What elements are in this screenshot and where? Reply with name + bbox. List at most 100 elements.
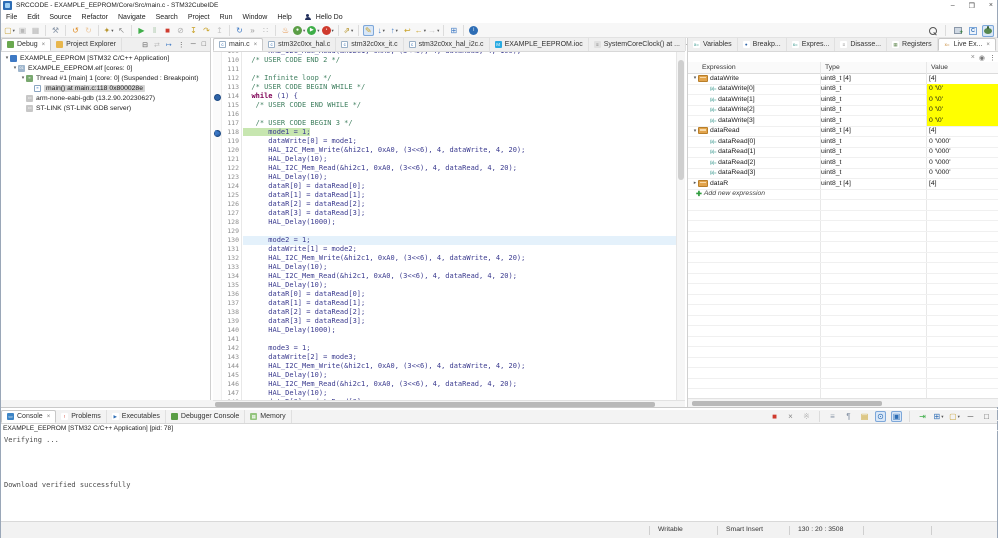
- code-line-130[interactable]: mode2 = 1;: [243, 236, 677, 245]
- breakpoint-icon[interactable]: [214, 94, 221, 101]
- code-line-139[interactable]: dataR[3] = dataRead[3];: [243, 317, 677, 326]
- code-line-126[interactable]: dataR[2] = dataRead[2];: [243, 200, 677, 209]
- drop-to-frame-icon[interactable]: ♨: [280, 25, 291, 36]
- code-line-144[interactable]: HAL_I2C_Mem_Write(&hi2c1, 0xA0, (3<<6), …: [243, 362, 677, 371]
- save-all-icon[interactable]: ▦: [30, 25, 41, 36]
- menu-run[interactable]: Run: [215, 14, 238, 21]
- display-selected-console-icon[interactable]: ▣: [891, 411, 902, 422]
- menu-source[interactable]: Source: [44, 14, 76, 21]
- view-menu-icon[interactable]: ⋮: [178, 41, 185, 49]
- tab-registers[interactable]: ▦Registers: [887, 38, 938, 51]
- code-line-134[interactable]: HAL_I2C_Mem_Read(&hi2c1, 0xA0, (3<<6), 4…: [243, 272, 677, 281]
- remove-launch-icon[interactable]: ×: [785, 411, 796, 422]
- code-line-135[interactable]: HAL_Delay(10);: [243, 281, 677, 290]
- restart-icon[interactable]: ↻: [234, 25, 245, 36]
- code-line-118[interactable]: mode1 = 1;: [243, 128, 677, 137]
- close-icon[interactable]: ×: [47, 414, 51, 420]
- restore-state-icon[interactable]: ↻: [83, 25, 94, 36]
- debug-tree-item[interactable]: ▭arm-none-eabi-gdb (13.2.90.20230627): [1, 93, 210, 103]
- cpp-perspective-icon[interactable]: C: [967, 25, 979, 37]
- tab-project-explorer[interactable]: Project Explorer: [51, 38, 122, 51]
- tab-systemcoreclock-at[interactable]: ≡SystemCoreClock() at ...: [589, 38, 686, 51]
- code-line-111[interactable]: [243, 65, 677, 74]
- code-line-132[interactable]: HAL_I2C_Mem_Write(&hi2c1, 0xA0, (3<<6), …: [243, 254, 677, 263]
- launch-tool-icon[interactable]: ✦▾: [103, 25, 114, 36]
- tab-stm32c0xx-it-c[interactable]: cstm32c0xx_it.c: [336, 38, 403, 51]
- code-line-124[interactable]: dataR[0] = dataRead[0];: [243, 182, 677, 191]
- code-line-140[interactable]: HAL_Delay(1000);: [243, 326, 677, 335]
- code-text[interactable]: HAL_I2C_Mem_Read(&hi2c1, 0xA0, (3<<6), 4…: [243, 52, 677, 400]
- remove-expression-icon[interactable]: ×: [971, 54, 975, 62]
- tab-breakp[interactable]: ●Breakp...: [738, 38, 787, 51]
- maximize-view-icon[interactable]: □: [202, 41, 206, 48]
- code-line-142[interactable]: mode3 = 1;: [243, 344, 677, 353]
- menu-navigate[interactable]: Navigate: [113, 14, 151, 21]
- last-edit-location-icon[interactable]: ↩: [402, 25, 413, 36]
- terminate-icon[interactable]: ■: [769, 411, 780, 422]
- tab-debugger-console[interactable]: Debugger Console: [166, 410, 245, 423]
- select-tool-icon[interactable]: ↖: [116, 25, 127, 36]
- new-icon[interactable]: ▢▾: [4, 25, 15, 36]
- debug-perspective-icon[interactable]: [982, 25, 994, 37]
- code-line-125[interactable]: dataR[1] = dataRead[1];: [243, 191, 677, 200]
- debug-tree-item[interactable]: ▭ST-LINK (ST-LINK GDB server): [1, 103, 210, 113]
- close-button[interactable]: ×: [989, 2, 993, 9]
- suspend-icon[interactable]: ‖: [149, 25, 160, 36]
- code-line-112[interactable]: /* Infinite loop */: [243, 74, 677, 83]
- tab-disasse[interactable]: ≡Disasse...: [835, 38, 887, 51]
- menu-search[interactable]: Search: [151, 14, 183, 21]
- profile-icon[interactable]: ◔▾: [322, 25, 334, 36]
- menu-window[interactable]: Window: [237, 14, 272, 21]
- code-line-113[interactable]: /* USER CODE BEGIN WHILE */: [243, 83, 677, 92]
- code-line-116[interactable]: [243, 110, 677, 119]
- close-icon[interactable]: ×: [254, 42, 258, 48]
- show-stdin-icon[interactable]: ▤: [859, 411, 870, 422]
- disconnect-icon[interactable]: ⊘: [175, 25, 186, 36]
- tab-expres[interactable]: x=Expres...: [787, 38, 836, 51]
- word-wrap-icon[interactable]: ¶: [843, 411, 854, 422]
- pin-console-icon[interactable]: ⊙: [875, 411, 886, 422]
- code-line-122[interactable]: HAL_I2C_Mem_Read(&hi2c1, 0xA0, (3<<6), 4…: [243, 164, 677, 173]
- previous-annotation-icon[interactable]: ↑▾: [389, 25, 400, 36]
- editor-vertical-scrollbar[interactable]: [676, 52, 685, 400]
- column-expression[interactable]: Expression: [702, 64, 736, 71]
- view-menu-icon[interactable]: ⋮: [989, 54, 996, 62]
- open-new-window-icon[interactable]: ⊞: [448, 25, 459, 36]
- tab-debug[interactable]: Debug×: [1, 38, 51, 51]
- code-line-145[interactable]: HAL_Delay(10);: [243, 371, 677, 380]
- code-line-119[interactable]: dataWrite[0] = mode1;: [243, 137, 677, 146]
- tab-live-ex[interactable]: x=Live Ex...×: [938, 38, 996, 51]
- build-icon[interactable]: ⚒: [50, 25, 61, 36]
- back-icon[interactable]: ←▾: [415, 25, 426, 36]
- tab-variables[interactable]: x=Variables: [688, 38, 738, 51]
- debug-tree-item[interactable]: ▾≡Thread #1 [main] 1 [core: 0] (Suspende…: [1, 73, 210, 83]
- code-line-128[interactable]: HAL_Delay(1000);: [243, 218, 677, 227]
- open-perspective-icon[interactable]: [952, 25, 964, 37]
- code-line-115[interactable]: /* USER CODE END WHILE */: [243, 101, 677, 110]
- code-line-114[interactable]: while (1) {: [243, 92, 677, 101]
- save-icon[interactable]: ▣: [17, 25, 28, 36]
- terminate-icon[interactable]: ■: [162, 25, 173, 36]
- code-line-141[interactable]: [243, 335, 677, 344]
- debug-tree-item[interactable]: ≡main() at main.c:118 0x800028e: [1, 83, 210, 93]
- code-line-117[interactable]: /* USER CODE BEGIN 3 */: [243, 119, 677, 128]
- console-output[interactable]: Verifying ... Download verified successf…: [4, 436, 130, 490]
- code-line-123[interactable]: HAL_Delay(10);: [243, 173, 677, 182]
- tab-example-eeprom-ioc[interactable]: MEXAMPLE_EEPROM.ioc: [490, 38, 589, 51]
- forward-icon[interactable]: →▾: [428, 25, 439, 36]
- code-line-131[interactable]: dataWrite[1] = mode2;: [243, 245, 677, 254]
- code-line-110[interactable]: /* USER CODE END 2 */: [243, 56, 677, 65]
- garbage-collect-icon[interactable]: ∷: [260, 25, 271, 36]
- open-console-icon[interactable]: ⊞▾: [933, 411, 944, 422]
- step-into-icon[interactable]: ↧: [188, 25, 199, 36]
- tab-memory[interactable]: ▦Memory: [245, 410, 291, 423]
- minimize-view-icon[interactable]: ─: [965, 411, 976, 422]
- step-return-icon[interactable]: ↥: [214, 25, 225, 36]
- code-line-120[interactable]: HAL_I2C_Mem_Write(&hi2c1, 0xA0, (3<<6), …: [243, 146, 677, 155]
- resume-icon[interactable]: ▶: [136, 25, 147, 36]
- menu-file[interactable]: File: [1, 14, 22, 21]
- new-console-view-icon[interactable]: ▢▾: [949, 411, 960, 422]
- refresh-expressions-icon[interactable]: ◉: [979, 54, 985, 62]
- code-editor[interactable]: 1091101111121131141151161171181191201211…: [213, 52, 685, 400]
- menu-edit[interactable]: Edit: [22, 14, 44, 21]
